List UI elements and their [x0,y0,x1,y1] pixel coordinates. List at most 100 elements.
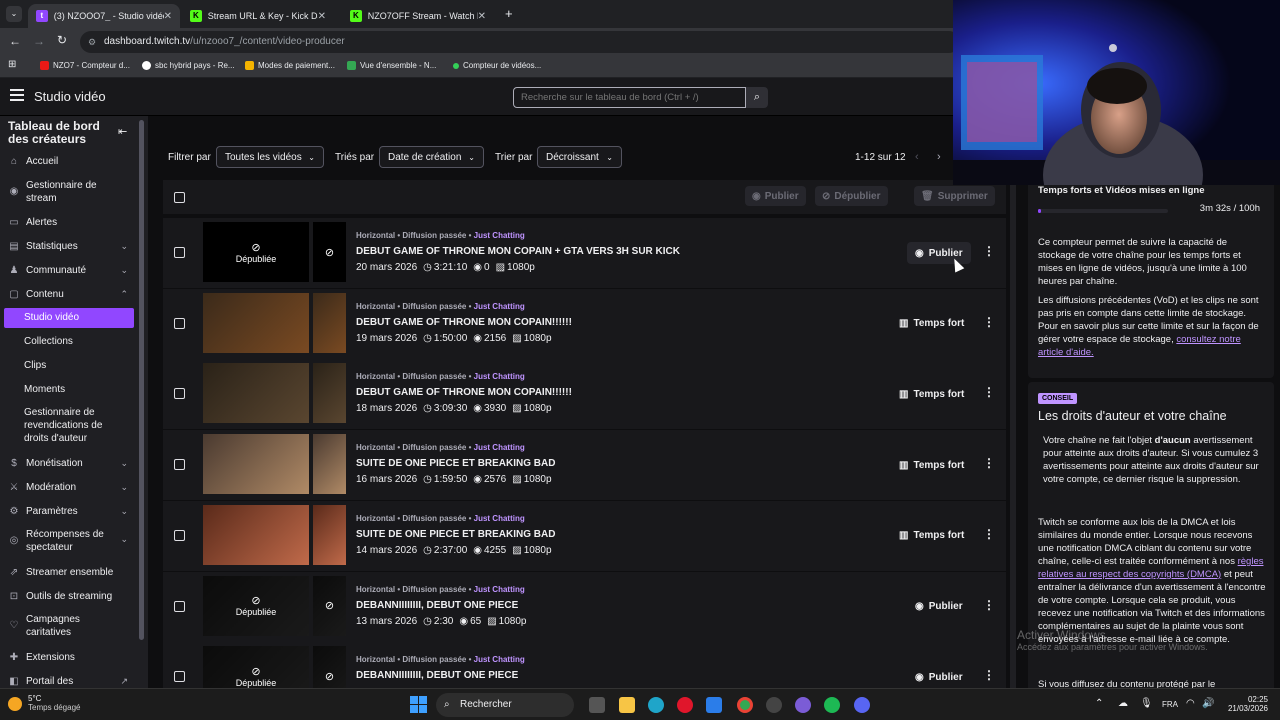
sidebar-item-portal[interactable]: ◧ Portail des ↗ [0,674,136,688]
sidebar-item-alerts[interactable]: ▭ Alertes [0,215,136,229]
video-thumbnail-small[interactable] [313,434,346,495]
app-icon-2[interactable] [795,697,811,713]
network-icon[interactable]: ☁ [1118,698,1128,709]
video-thumbnail[interactable]: ⊘ Dépubliée [203,575,309,636]
bulk-unpublish-button[interactable]: ⊘ Dépublier [815,186,888,206]
highlight-button[interactable]: ▥ Temps fort [891,454,972,476]
video-category-link[interactable]: Just Chatting [474,514,525,523]
video-thumbnail[interactable] [203,434,309,495]
video-category-link[interactable]: Just Chatting [474,372,525,381]
clock[interactable]: 02:25 21/03/2026 [1224,695,1268,713]
start-button[interactable] [410,696,427,713]
tab-kick-stream[interactable]: K NZO7OFF Stream - Watch Live ✕ [342,4,494,28]
video-row[interactable]: Horizontal • Diffusion passée • Just Cha… [163,288,1006,359]
tray-chevron-icon[interactable]: ⌃ [1095,698,1103,709]
more-options-icon[interactable]: ⋮ [983,315,995,329]
more-options-icon[interactable]: ⋮ [983,385,995,399]
spotify-icon[interactable] [824,697,840,713]
chrome-icon[interactable] [737,697,753,713]
dashboard-search-input[interactable] [513,87,746,108]
video-title[interactable]: DEBUT GAME OF THRONE MON COPAIN!!!!!! [356,387,572,398]
sidebar-item-streaming-tools[interactable]: ⊡ Outils de streaming [0,589,136,603]
video-thumbnail[interactable] [203,504,309,565]
sidebar-item-stream-together[interactable]: ⇗ Streamer ensemble [0,565,136,579]
wifi-icon[interactable]: ◠ [1186,698,1195,709]
prev-page-icon[interactable]: ‹ [915,151,919,163]
app-icon[interactable] [766,697,782,713]
video-title[interactable]: DEBANNIIIIIIII, DEBUT ONE PIECE [356,600,518,611]
close-icon[interactable]: ✕ [478,11,486,22]
video-row[interactable]: Horizontal • Diffusion passée • Just Cha… [163,430,1006,501]
video-checkbox[interactable] [174,671,185,683]
highlight-button[interactable]: ▥ Temps fort [891,525,972,547]
video-title[interactable]: SUITE DE ONE PIECE ET BREAKING BAD [356,529,555,540]
filter-dropdown[interactable]: Toutes les vidéos ⌄ [216,146,324,168]
bulk-delete-button[interactable]: 🗑 Supprimer [914,186,995,206]
video-thumbnail[interactable]: ⊘ Dépubliée [203,222,309,282]
file-explorer-icon[interactable] [619,697,635,713]
video-category-link[interactable]: Just Chatting [474,231,525,240]
tab-kick-dashboard[interactable]: K Stream URL & Key - Kick Dashb ✕ [182,4,334,28]
video-checkbox[interactable] [174,529,185,541]
select-all-checkbox[interactable] [174,192,185,203]
sidebar-subitem-moments[interactable]: Moments [24,383,65,396]
video-checkbox[interactable] [174,388,185,400]
url-field[interactable]: ⚙ dashboard.twitch.tv/u/nzooo7_/content/… [80,31,960,53]
task-view-icon[interactable] [589,697,605,713]
video-title[interactable]: SUITE DE ONE PIECE ET BREAKING BAD [356,458,555,469]
more-options-icon[interactable]: ⋮ [983,527,995,541]
highlight-button[interactable]: ▥ Temps fort [891,313,972,335]
store-icon[interactable] [706,697,722,713]
video-thumbnail-small[interactable] [313,504,346,565]
next-page-icon[interactable]: › [937,151,941,163]
video-checkbox[interactable] [174,459,185,471]
sidebar-item-monetisation[interactable]: $ Monétisation ⌄ [0,456,136,470]
new-tab-button[interactable]: + [505,6,513,21]
sidebar-item-statistics[interactable]: ▤ Statistiques ⌄ [0,239,136,253]
sidebar-subitem-copyright-claims[interactable]: Gestionnaire de revendications de droits… [24,406,128,445]
sidebar-item-accueil[interactable]: ⌂ Accueil [0,154,136,168]
apps-icon[interactable]: ⊞ [8,59,16,70]
microphone-icon[interactable]: 🎙 [1140,698,1153,709]
bookmark-1[interactable]: NZO7 - Compteur d... [40,61,130,70]
bookmark-3[interactable]: Modes de paiement... [245,61,335,70]
sidebar-item-moderation[interactable]: ⚔ Modération ⌄ [0,480,136,494]
discord-icon[interactable] [854,697,870,713]
tab-list-button[interactable]: ⌄ [6,6,22,22]
sidebar-item-charity[interactable]: ♡ Campagnes caritatives [0,613,136,639]
publish-button[interactable]: ◉ Publier [907,666,971,688]
back-icon[interactable]: ← [9,34,21,48]
video-row[interactable]: ⊘ Dépubliée ⊘ Horizontal • Diffusion pas… [163,218,1006,288]
main-scrollbar[interactable] [1010,116,1016,688]
more-options-icon[interactable]: ⋮ [983,456,995,470]
more-options-icon[interactable]: ⋮ [983,598,995,612]
publish-button[interactable]: ◉ Publier [907,596,971,618]
sort-dropdown[interactable]: Date de création ⌄ [379,146,484,168]
video-thumbnail-small[interactable]: ⊘ [313,575,346,636]
sidebar-subitem-clips[interactable]: Clips [24,359,46,372]
tab-twitch-studio[interactable]: t (3) NZOOO7_ - Studio vidéo - T ✕ [28,4,180,28]
bookmark-5[interactable]: Compteur de vidéos... [453,61,541,70]
more-options-icon[interactable]: ⋮ [983,244,995,258]
close-icon[interactable]: ✕ [318,11,326,22]
sidebar-subitem-studio-video[interactable]: Studio vidéo [4,308,134,328]
video-checkbox[interactable] [174,600,185,612]
bulk-publish-button[interactable]: ◉ Publier [745,186,806,206]
video-thumbnail-small[interactable]: ⊘ [313,222,346,282]
highlight-button[interactable]: ▥ Temps fort [891,383,972,405]
video-row[interactable]: Horizontal • Diffusion passée • Just Cha… [163,359,1006,430]
video-thumbnail[interactable] [203,292,309,353]
video-category-link[interactable]: Just Chatting [474,302,525,311]
sidebar-item-viewer-rewards[interactable]: ◎ Récompenses de spectateur ⌄ [0,528,136,554]
video-row[interactable]: ⊘ Dépubliée ⊘ Horizontal • Diffusion pas… [163,642,1006,688]
sidebar-subitem-collections[interactable]: Collections [24,335,73,348]
opera-icon[interactable] [677,697,693,713]
forward-icon[interactable]: → [33,34,45,48]
video-checkbox[interactable] [174,317,185,329]
video-title[interactable]: DEBANNIIIIIIII, DEBUT ONE PIECE [356,670,518,681]
sidebar-item-community[interactable]: ♟ Communauté ⌄ [0,263,136,277]
weather-widget[interactable]: 5°C Temps dégagé [8,694,80,712]
video-title[interactable]: DEBUT GAME OF THRONE MON COPAIN + GTA VE… [356,246,680,257]
video-thumbnail-small[interactable]: ⊘ [313,646,346,688]
video-thumbnail[interactable]: ⊘ Dépubliée [203,646,309,688]
